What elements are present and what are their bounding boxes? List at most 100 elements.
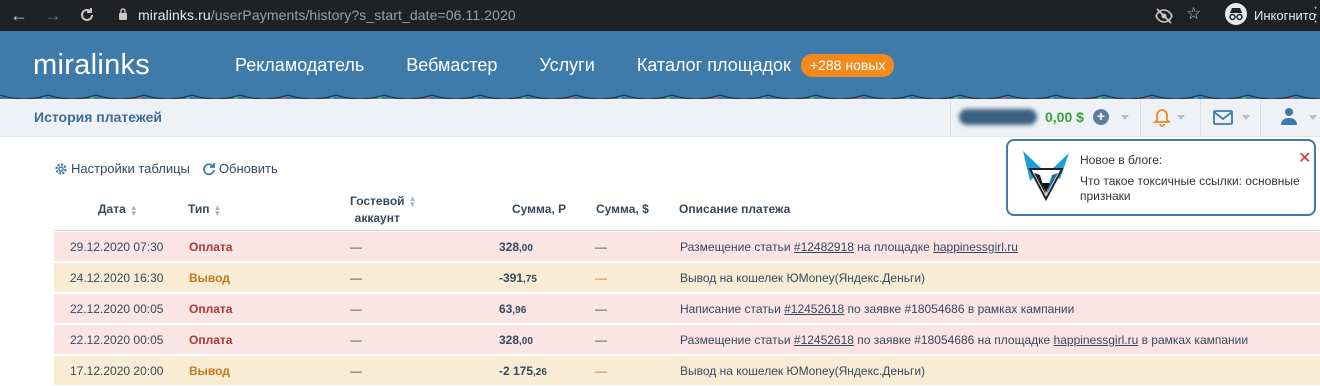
article-link[interactable]: #12452618	[794, 333, 854, 347]
header-type-label: Тип	[188, 202, 210, 216]
desc-text: Вывод на кошелек ЮMoney(Яндекс.Деньги)	[680, 364, 926, 378]
blog-notification[interactable]: Новое в блоге: Что такое токсичные ссылк…	[1006, 139, 1316, 216]
row-date: 24.12.2020 16:30	[70, 271, 164, 285]
back-arrow-icon[interactable]: ←	[8, 4, 30, 26]
bell-icon	[1153, 109, 1171, 127]
sum-integer: -2 175	[499, 364, 534, 378]
address-bar[interactable]: miralinks.ru/userPayments/history?s_star…	[138, 7, 516, 23]
refresh-label: Обновить	[218, 161, 278, 176]
balance-rub-hidden	[959, 109, 1037, 125]
sub-header: История платежей 0,00 $ +	[0, 99, 1320, 137]
row-sum-rub: 328,00	[499, 240, 533, 254]
desc-text: в рамках кампании	[1138, 333, 1249, 347]
table-row: 17.12.2020 20:00 Вывод — -2 175,26 — Вывод на…	[54, 356, 1320, 386]
url-host: miralinks.ru	[138, 7, 211, 23]
row-date: 22.12.2020 00:05	[70, 302, 164, 316]
header-guest[interactable]: Гостевой аккаунт ▲ ▼	[350, 193, 416, 227]
chevron-down-icon[interactable]	[1121, 115, 1129, 120]
nav-webmaster[interactable]: Вебмастер	[406, 55, 497, 76]
sum-integer: -391	[499, 271, 524, 285]
sort-icon: ▲ ▼	[129, 203, 138, 218]
row-date: 17.12.2020 20:00	[70, 364, 164, 378]
lock-icon[interactable]	[118, 8, 128, 20]
row-type: Вывод	[189, 271, 230, 285]
table-settings-label: Настройки таблицы	[71, 161, 190, 176]
forward-arrow-icon[interactable]: →	[42, 4, 64, 26]
row-sum-usd: —	[595, 271, 607, 285]
url-path: /userPayments/history?s_start_date=06.11…	[210, 7, 516, 23]
sum-fraction: ,00	[519, 336, 533, 347]
sum-fraction: ,75	[523, 274, 537, 285]
chevron-down-icon[interactable]	[1309, 115, 1317, 120]
sum-fraction: ,96	[512, 305, 527, 316]
nav-advertiser[interactable]: Рекламодатель	[235, 55, 364, 76]
browser-toolbar: ← → miralinks.ru/userPayments/history?s_…	[0, 0, 1320, 31]
browser-menu-icon[interactable]: · · ·	[1313, 0, 1318, 30]
table-toolbar: Настройки таблицы Обновить	[54, 161, 290, 176]
site-header: miralinks Рекламодатель Вебмастер Услуги…	[0, 31, 1320, 99]
main-nav: Рекламодатель Вебмастер Услуги Каталог п…	[235, 54, 895, 77]
nav-catalog[interactable]: Каталог площадок	[637, 55, 791, 76]
refresh-button[interactable]: Обновить	[202, 161, 278, 176]
chevron-down-icon[interactable]	[1242, 115, 1250, 120]
header-description: Описание платежа	[679, 202, 791, 216]
row-type: Оплата	[189, 302, 233, 316]
row-description: Вывод на кошелек ЮMoney(Яндекс.Деньги)	[680, 364, 925, 378]
messages-button[interactable]	[1200, 99, 1260, 136]
user-icon	[1281, 108, 1297, 125]
site-logo[interactable]: miralinks	[33, 49, 150, 82]
add-funds-icon[interactable]: +	[1093, 109, 1109, 125]
sum-fraction: ,26	[533, 367, 547, 378]
table-row: 29.12.2020 07:30 Оплата — 328,00 — Размещение…	[54, 232, 1320, 262]
row-type: Оплата	[189, 333, 233, 347]
desc-text: по заявке #18054686 в рамках кампании	[844, 302, 1075, 316]
refresh-icon	[203, 162, 215, 175]
sum-integer: 63	[499, 302, 513, 316]
table-row: 24.12.2020 16:30 Вывод — -391,75 — Вывод на к…	[54, 263, 1320, 293]
desc-text: на площадке	[853, 240, 934, 254]
row-sum-rub: -391,75	[499, 271, 537, 285]
account-panel: 0,00 $ +	[950, 99, 1320, 136]
page-title: История платежей	[34, 109, 163, 125]
desc-text: Вывод на кошелек ЮMoney(Яндекс.Деньги)	[680, 271, 926, 285]
notifications-button[interactable]	[1140, 99, 1200, 136]
new-sites-badge[interactable]: +288 новых	[800, 54, 895, 77]
article-link[interactable]: #12482918	[794, 240, 854, 254]
header-type[interactable]: Тип ▲ ▼	[188, 202, 221, 218]
row-description: Вывод на кошелек ЮMoney(Яндекс.Деньги)	[680, 271, 925, 285]
row-type: Оплата	[189, 240, 233, 254]
eye-off-icon[interactable]	[1154, 6, 1174, 26]
site-link[interactable]: happinessgirl.ru	[1054, 333, 1139, 347]
profile-button[interactable]	[1260, 99, 1320, 136]
row-description: Написание статьи #12452618 по заявке #18…	[680, 302, 1074, 316]
table-settings-button[interactable]: Настройки таблицы	[54, 161, 190, 176]
row-sum-rub: 328,00	[499, 333, 533, 347]
balance-block[interactable]: 0,00 $ +	[950, 99, 1140, 136]
header-sum-usd: Сумма, $	[596, 202, 649, 216]
row-description: Размещение статьи #12482918 на площадке …	[680, 240, 1018, 254]
site-link[interactable]: happinessgirl.ru	[933, 240, 1018, 254]
row-sum-usd: —	[595, 364, 607, 378]
sum-integer: 328	[499, 333, 520, 347]
row-sum-usd: —	[595, 240, 607, 254]
article-link[interactable]: #12452618	[784, 302, 844, 316]
row-guest: —	[350, 333, 362, 347]
row-guest: —	[350, 271, 362, 285]
row-sum-rub: -2 175,26	[499, 364, 547, 378]
row-sum-usd: —	[595, 302, 607, 316]
close-icon[interactable]: ✕	[1298, 148, 1311, 168]
sum-integer: 328	[499, 240, 520, 254]
notification-text[interactable]: Что такое токсичные ссылки: основные при…	[1080, 174, 1310, 204]
header-date[interactable]: Дата ▲ ▼	[98, 202, 138, 218]
nav-services[interactable]: Услуги	[539, 55, 594, 76]
reload-icon[interactable]	[76, 4, 98, 26]
header-guest-label-2: аккаунт	[354, 211, 400, 225]
chevron-down-icon[interactable]	[1177, 115, 1185, 120]
bookmark-star-icon[interactable]: ☆	[1186, 4, 1201, 24]
row-guest: —	[350, 240, 362, 254]
notification-title: Новое в блоге:	[1080, 153, 1163, 167]
row-description: Размещение статьи #12452618 по заявке #1…	[680, 333, 1248, 347]
incognito-icon[interactable]	[1225, 3, 1247, 25]
row-guest: —	[350, 364, 362, 378]
incognito-label: Инкогнито	[1254, 8, 1316, 23]
